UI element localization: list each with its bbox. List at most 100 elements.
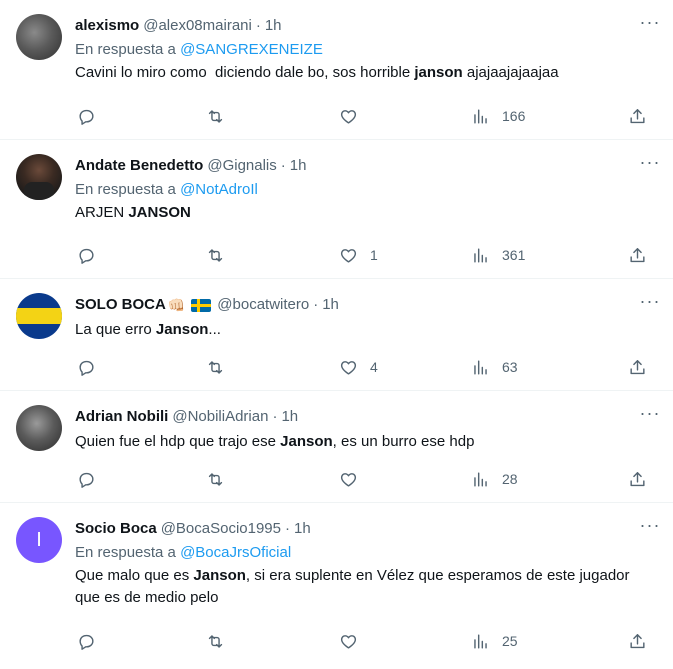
author-handle[interactable]: @Gignalis [207, 156, 276, 176]
tweet-text-part: Quien fue el hdp que trajo ese [75, 433, 281, 450]
share-upload-icon [630, 633, 645, 648]
tweet-content: Adrian Nobili @NobiliAdrian · 1h ··· Qui… [75, 404, 659, 453]
tweet-text-highlight: Janson [155, 321, 209, 338]
author-handle[interactable]: @NobiliAdrian [172, 407, 268, 427]
reply-button[interactable] [77, 104, 96, 128]
view-count: 25 [502, 633, 518, 649]
author-handle[interactable]: @BocaSocio1995 [161, 519, 281, 539]
share-upload-icon [630, 359, 645, 374]
retweet-icon [208, 248, 223, 262]
reply-mention-link[interactable]: @NotAdroIl [180, 181, 258, 198]
tweet-content: Andate Benedetto @Gignalis · 1h ··· En r… [75, 153, 659, 224]
author-name[interactable]: alexismo [75, 16, 139, 36]
views-button[interactable]: 28 [471, 467, 518, 491]
tweet-header: Socio Boca @BocaSocio1995 · 1h [75, 519, 657, 539]
author-name[interactable]: Andate Benedetto [75, 156, 203, 176]
view-count: 361 [502, 247, 526, 263]
reply-prefix: En respuesta a [75, 544, 176, 561]
like-button[interactable] [339, 629, 370, 653]
author-handle[interactable]: @bocatwitero [217, 295, 309, 315]
tweet-text-part: ARJEN [75, 204, 129, 221]
retweet-icon [208, 360, 223, 374]
reply-mention-link[interactable]: @BocaJrsOficial [180, 544, 291, 561]
sweden-flag-icon [191, 298, 212, 312]
separator-dot: · [313, 296, 319, 313]
avatar[interactable] [16, 14, 62, 60]
avatar[interactable] [16, 154, 62, 200]
reply-mention-link[interactable]: @SANGREXENEIZE [180, 41, 323, 58]
tweet-text: Quien fue el hdp que trajo ese Janson, e… [75, 431, 657, 453]
reply-button[interactable] [77, 243, 96, 267]
author-name[interactable]: SOLO BOCA [75, 295, 166, 315]
views-button[interactable]: 166 [471, 104, 525, 128]
retweet-button[interactable] [206, 243, 225, 267]
author-handle[interactable]: @alex08mairani [143, 16, 252, 36]
share-button[interactable] [628, 355, 647, 379]
tweet-header: Adrian Nobili @NobiliAdrian · 1h [75, 407, 657, 427]
avatar[interactable] [16, 405, 62, 451]
tweet-time[interactable]: 1h [281, 407, 298, 427]
share-button[interactable] [628, 467, 647, 491]
tweet-content: SOLO BOCA 👊🏻 @bocatwitero · 1h ··· La qu… [75, 292, 659, 341]
like-button[interactable]: 4 [339, 355, 378, 379]
like-button[interactable]: 1 [339, 243, 378, 267]
separator-dot: · [272, 408, 278, 425]
heart-icon [340, 109, 357, 124]
tweet-time[interactable]: 1h [265, 16, 282, 36]
tweet-header: SOLO BOCA 👊🏻 @bocatwitero · 1h [75, 295, 657, 315]
retweet-icon [208, 109, 223, 123]
views-button[interactable]: 63 [471, 355, 518, 379]
share-button[interactable] [628, 629, 647, 653]
like-count: 1 [370, 247, 378, 263]
more-options-icon[interactable]: ··· [637, 516, 663, 539]
tweet-time[interactable]: 1h [322, 295, 339, 315]
reply-context: En respuesta a @BocaJrsOficial [75, 543, 657, 563]
share-button[interactable] [628, 243, 647, 267]
views-button[interactable]: 25 [471, 629, 518, 653]
tweet-actions: 25 [75, 629, 657, 653]
tweet-time[interactable]: 1h [290, 156, 307, 176]
heart-icon [340, 248, 357, 263]
like-count: 4 [370, 359, 378, 375]
tweet-text-highlight: janson [414, 64, 463, 81]
bar-chart-icon [474, 247, 487, 263]
avatar[interactable]: I [16, 517, 62, 563]
reply-button[interactable] [77, 355, 96, 379]
tweet-text: ARJEN JANSON [75, 202, 657, 224]
view-count: 166 [502, 108, 526, 124]
tweet[interactable]: Andate Benedetto @Gignalis · 1h ··· En r… [0, 140, 673, 279]
more-options-icon[interactable]: ··· [637, 13, 663, 36]
reply-button[interactable] [77, 467, 96, 491]
heart-icon [340, 472, 357, 487]
tweet-text: Que malo que es Janson, si era suplente … [75, 565, 657, 609]
tweet[interactable]: alexismo @alex08mairani · 1h ··· En resp… [0, 0, 673, 140]
like-button[interactable] [339, 104, 370, 128]
retweet-button[interactable] [206, 629, 225, 653]
tweet-text: Cavini lo miro como diciendo dale bo, so… [75, 62, 657, 84]
author-name[interactable]: Adrian Nobili [75, 407, 168, 427]
more-options-icon[interactable]: ··· [637, 153, 663, 176]
tweet-text-part: Que malo que es [75, 567, 194, 584]
author-name[interactable]: Socio Boca [75, 519, 157, 539]
retweet-button[interactable] [206, 467, 225, 491]
more-options-icon[interactable]: ··· [637, 292, 663, 315]
tweet-actions: 1 361 [75, 243, 657, 267]
tweet[interactable]: SOLO BOCA 👊🏻 @bocatwitero · 1h ··· La qu… [0, 279, 673, 391]
avatar[interactable] [16, 293, 62, 339]
more-options-icon[interactable]: ··· [637, 404, 663, 427]
retweet-button[interactable] [206, 104, 225, 128]
share-button[interactable] [628, 104, 647, 128]
like-button[interactable] [339, 467, 370, 491]
retweet-button[interactable] [206, 355, 225, 379]
tweet-text-part: ... [208, 321, 221, 338]
tweet-feed: alexismo @alex08mairani · 1h ··· En resp… [0, 0, 673, 669]
bar-chart-icon [474, 359, 487, 375]
tweet[interactable]: I Socio Boca @BocaSocio1995 · 1h ··· En … [0, 503, 673, 669]
heart-icon [340, 634, 357, 649]
tweet-text-highlight: JANSON [128, 204, 191, 221]
tweet[interactable]: Adrian Nobili @NobiliAdrian · 1h ··· Qui… [0, 391, 673, 503]
tweet-time[interactable]: 1h [294, 519, 311, 539]
tweet-text-part: ajajaajajaajaa [462, 64, 559, 81]
reply-button[interactable] [77, 629, 96, 653]
views-button[interactable]: 361 [471, 243, 525, 267]
